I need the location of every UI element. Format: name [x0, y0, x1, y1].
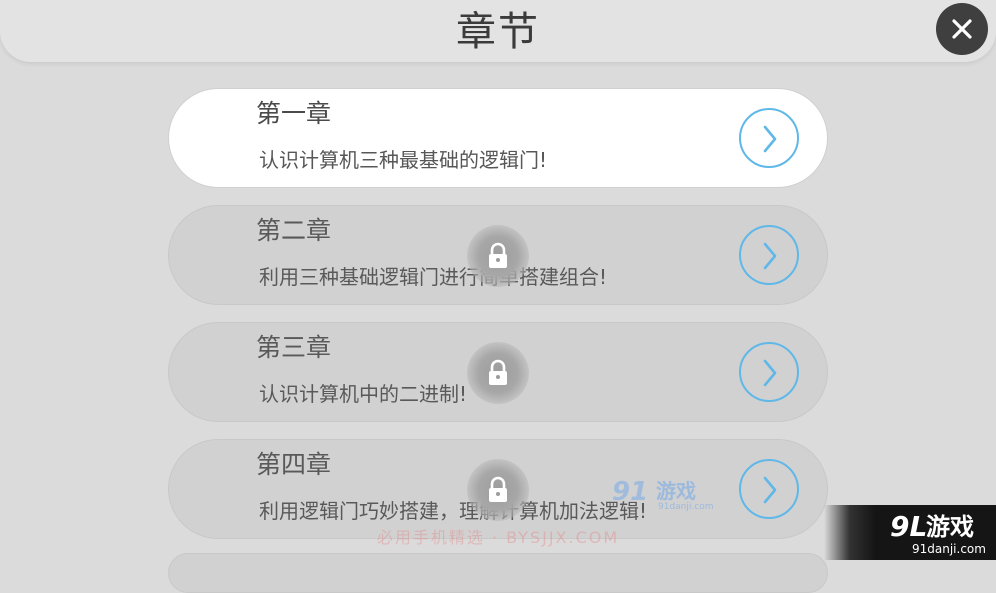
chapter-description: 认识计算机中的二进制! [259, 382, 468, 406]
chapter-description: 利用三种基础逻辑门进行简单搭建组合! [259, 265, 608, 289]
chapter-enter-button[interactable] [739, 459, 799, 519]
chapter-title: 第二章 [256, 216, 332, 245]
lock-badge [467, 342, 529, 404]
chapter-description: 认识计算机三种最基础的逻辑门! [259, 148, 548, 172]
chevron-right-icon [763, 476, 777, 504]
lock-icon [489, 242, 507, 268]
chapter-card-1[interactable]: 第一章 认识计算机三种最基础的逻辑门! [168, 88, 828, 188]
chapter-enter-button[interactable] [739, 108, 799, 168]
lock-icon [489, 359, 507, 385]
chapter-title: 第四章 [256, 450, 332, 479]
chapter-title: 第三章 [256, 333, 332, 362]
lock-icon [489, 476, 507, 502]
corner-watermark: 9L 游戏 91danji.com [824, 505, 996, 560]
lock-badge [467, 459, 529, 521]
chapter-description: 利用逻辑门巧妙搭建，理解计算机加法逻辑! [259, 499, 648, 523]
chapter-title: 第一章 [256, 99, 332, 128]
chapter-card-3[interactable]: 第三章 认识计算机中的二进制! [168, 322, 828, 422]
chevron-right-icon [763, 359, 777, 387]
chapter-card-4[interactable]: 第四章 利用逻辑门巧妙搭建，理解计算机加法逻辑! [168, 439, 828, 539]
chapter-enter-button[interactable] [739, 225, 799, 285]
corner-logo-number: 9L [890, 510, 928, 543]
chapter-card-2[interactable]: 第二章 利用三种基础逻辑门进行简单搭建组合! [168, 205, 828, 305]
chevron-right-icon [763, 242, 777, 270]
chevron-right-icon [763, 125, 777, 153]
chapter-enter-button[interactable] [739, 342, 799, 402]
lock-badge [467, 225, 529, 287]
corner-logo-text: 游戏 [926, 513, 974, 541]
chapter-list: 第一章 认识计算机三种最基础的逻辑门! 第二章 利用三种基础逻辑门进行简单搭建组… [0, 0, 996, 593]
corner-domain: 91danji.com [912, 542, 986, 556]
chapter-card-5-partial[interactable] [168, 553, 828, 593]
